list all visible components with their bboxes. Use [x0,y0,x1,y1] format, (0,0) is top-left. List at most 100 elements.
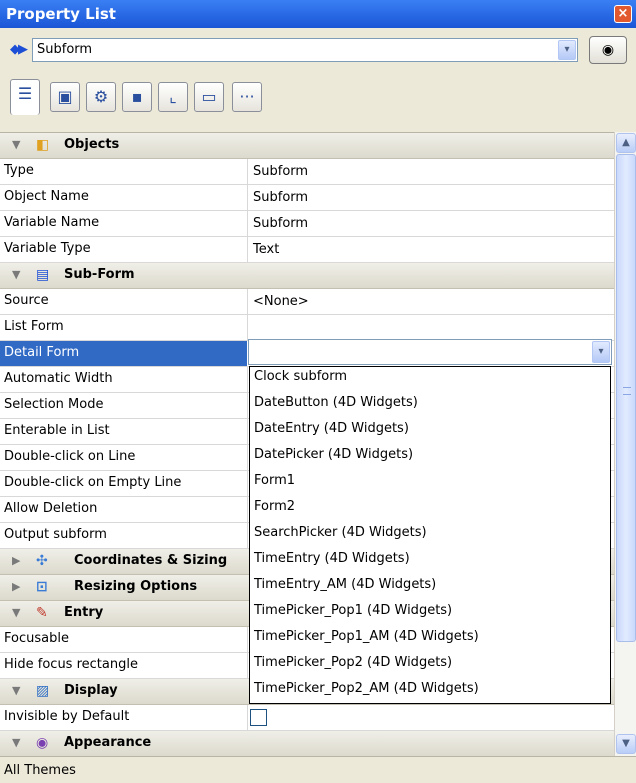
scroll-down-icon[interactable]: ▼ [616,734,636,754]
column-divider [247,497,248,522]
scrollbar-thumb[interactable] [616,154,636,642]
property-key: List Form [4,319,64,334]
section-sub-form[interactable]: ▼ ▤ Sub-Form [0,263,614,289]
column-divider [247,419,248,444]
more-icon: ··· [239,87,255,106]
dropdown-option[interactable]: Clock subform [254,369,347,395]
property-key: Enterable in List [4,423,110,438]
object-selector-row: ◆▶ Subform ▾ ◉ [0,28,636,74]
chevron-down-icon[interactable]: ▾ [592,341,610,363]
property-key: Double-click on Empty Line [4,475,182,490]
property-row-source[interactable]: Source <None> [0,289,614,315]
eye-icon: ◉ [601,42,615,58]
monitor-icon: ▭ [201,87,217,106]
detail-form-combo[interactable]: ▾ [248,339,612,365]
column-divider [247,367,248,392]
property-row-object-name[interactable]: Object Name Subform [0,185,614,211]
status-bar: All Themes [0,756,636,783]
property-value: Text [253,242,280,257]
window-title: Property List [6,5,116,23]
property-value: Subform [253,216,309,231]
column-divider [247,289,248,314]
tab-object[interactable]: ▣ [50,82,80,112]
detail-form-dropdown-list: Clock subform DateButton (4D Widgets) Da… [249,366,611,704]
resize-icon: ⊡ [36,579,48,595]
scroll-up-icon[interactable]: ▲ [616,133,636,153]
theme-filter-label[interactable]: All Themes [4,763,76,778]
expand-triangle-icon[interactable]: ▶ [12,554,20,567]
column-divider [247,237,248,262]
tab-monitor[interactable]: ▭ [194,82,224,112]
column-divider [247,523,248,548]
section-label: Entry [64,605,104,620]
object-selector-combo[interactable]: Subform ▾ [32,38,578,62]
column-divider [247,471,248,496]
property-row-invisible-by-default[interactable]: Invisible by Default [0,705,614,731]
section-label: Objects [64,137,120,152]
list-icon: ☰ [17,84,33,103]
expand-triangle-icon[interactable]: ▶ [12,580,20,593]
property-row-variable-type[interactable]: Variable Type Text [0,237,614,263]
move-icon: ✣ [36,553,48,569]
dropdown-option[interactable]: Form1 [254,473,295,499]
collapse-triangle-icon[interactable]: ▼ [12,736,20,749]
section-appearance[interactable]: ▼ ◉ Appearance [0,731,614,757]
property-key: Source [4,293,49,308]
section-label: Resizing Options [74,579,198,594]
eye-button[interactable]: ◉ [589,36,627,64]
entry-icon: ✎ [36,605,48,621]
property-row-list-form[interactable]: List Form [0,315,614,341]
property-key: Invisible by Default [4,709,130,724]
tab-chart[interactable]: ⌞ [158,82,188,112]
object-selector-value: Subform [37,42,93,57]
column-divider [247,185,248,210]
close-icon[interactable]: × [614,5,632,23]
collapse-triangle-icon[interactable]: ▼ [12,684,20,697]
tab-list[interactable]: ☰ [10,79,40,115]
column-divider [247,627,248,652]
property-tabs: ☰ ▣ ⚙ ▪ ⌞ ▭ ··· [0,74,636,132]
dropdown-option[interactable]: SearchPicker (4D Widgets) [254,525,427,551]
column-divider [247,315,248,340]
section-label: Appearance [64,735,152,750]
dropdown-option[interactable]: DateButton (4D Widgets) [254,395,418,421]
chevron-down-icon[interactable]: ▾ [558,40,576,60]
dropdown-option[interactable]: TimePicker_Pop2 (4D Widgets) [254,655,452,681]
dropdown-option[interactable]: DatePicker (4D Widgets) [254,447,413,473]
section-objects[interactable]: ▼ ◧ Objects [0,133,614,159]
dropdown-option[interactable]: TimeEntry_AM (4D Widgets) [254,577,436,603]
property-key: Detail Form [4,345,80,360]
column-divider [247,393,248,418]
property-row-type[interactable]: Type Subform [0,159,614,185]
section-label: Sub-Form [64,267,135,282]
navigate-arrows-icon[interactable]: ◆▶ [10,42,28,57]
property-key: Output subform [4,527,107,542]
eye-icon: ◉ [36,735,49,751]
tab-shapes[interactable]: ▪ [122,82,152,112]
property-value: Subform [253,164,309,179]
dropdown-option[interactable]: TimePicker_Pop1 (4D Widgets) [254,603,452,629]
title-bar: Property List × [0,0,636,28]
property-row-variable-name[interactable]: Variable Name Subform [0,211,614,237]
collapse-triangle-icon[interactable]: ▼ [12,606,20,619]
dropdown-option[interactable]: DateEntry (4D Widgets) [254,421,409,447]
section-label: Display [64,683,118,698]
vertical-scrollbar[interactable]: ▲ ▼ [614,132,636,756]
dropdown-option[interactable]: TimePicker_Pop1_AM (4D Widgets) [254,629,479,655]
property-key: Hide focus rectangle [4,657,138,672]
collapse-triangle-icon[interactable]: ▼ [12,138,20,151]
cube-icon: ◧ [36,137,50,153]
dropdown-option[interactable]: TimePicker_Pop2_AM (4D Widgets) [254,681,479,707]
dropdown-option[interactable]: Form2 [254,499,295,525]
collapse-triangle-icon[interactable]: ▼ [12,268,20,281]
chart-icon: ⌞ [169,87,177,106]
tab-gear[interactable]: ⚙ [86,82,116,112]
tab-more[interactable]: ··· [232,82,262,112]
property-key: Double-click on Line [4,449,136,464]
property-key: Focusable [4,631,69,646]
object-icon: ▣ [57,87,73,106]
invisible-by-default-checkbox[interactable] [250,709,267,726]
dropdown-option[interactable]: TimeEntry (4D Widgets) [254,551,410,577]
property-key: Allow Deletion [4,501,98,516]
property-key: Variable Type [4,241,91,256]
